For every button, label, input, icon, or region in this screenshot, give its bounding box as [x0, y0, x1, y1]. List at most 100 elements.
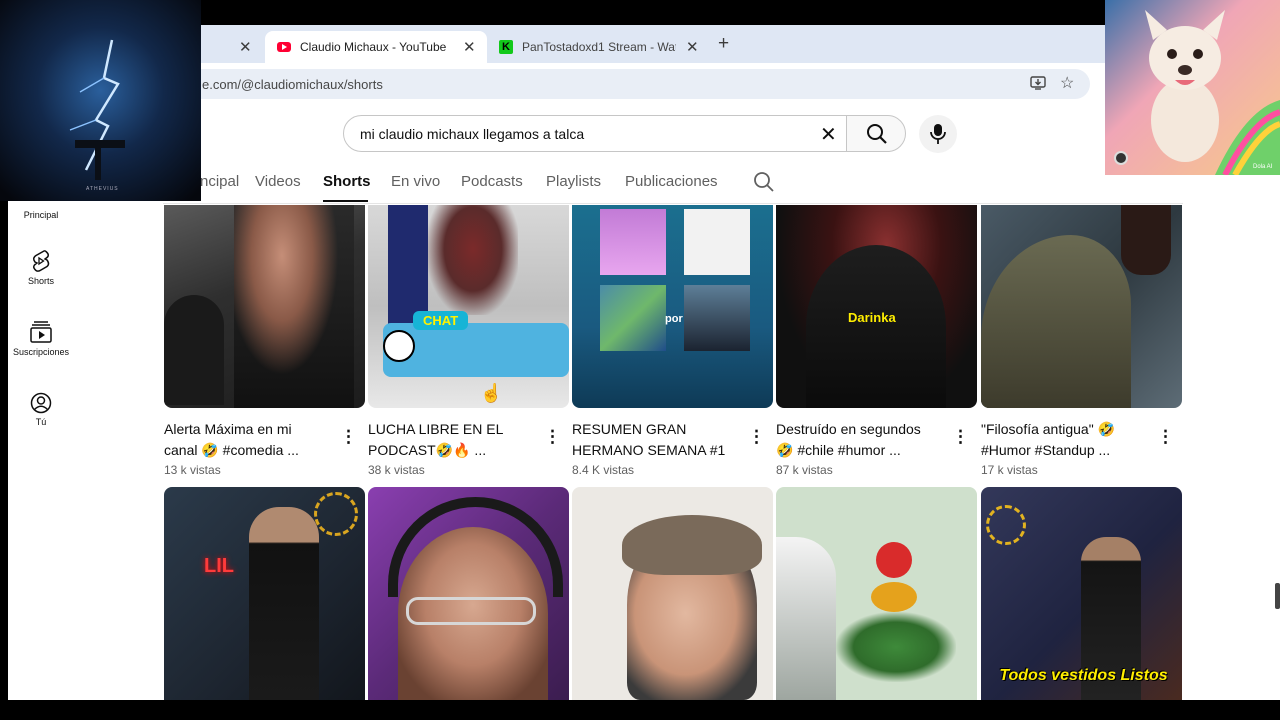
tab-videos[interactable]: Videos	[255, 173, 301, 190]
short-thumbnail[interactable]	[368, 487, 569, 700]
short-card[interactable]: Alerta Máxima en mi canal 🤣 #comedia ... …	[164, 205, 365, 477]
close-icon[interactable]: ✕	[463, 38, 476, 56]
short-card[interactable]: CHAT ☝ LUCHA LIBRE EN EL PODCAST🤣🔥 ... 38…	[368, 205, 569, 477]
clear-search-icon[interactable]: ✕	[820, 122, 837, 147]
short-card[interactable]: por RESUMEN GRAN HERMANO SEMANA #1 8.4 K …	[572, 205, 773, 477]
short-card[interactable]: LIL	[164, 487, 365, 700]
short-views: 17 k vistas	[981, 463, 1038, 477]
thumb-panel	[684, 285, 750, 351]
short-card[interactable]	[368, 487, 569, 700]
scrollbar-thumb[interactable]	[1275, 583, 1280, 609]
tab-home[interactable]: ncipal	[200, 173, 239, 190]
thumb-sun-logo	[986, 505, 1026, 545]
more-options-icon[interactable]: ⋮	[748, 427, 765, 447]
microphone-icon	[930, 124, 946, 144]
subscriptions-icon	[30, 321, 52, 343]
sidebar-item-shorts[interactable]: Shorts	[8, 249, 74, 286]
browser-tab-youtube[interactable]: Claudio Michaux - YouTube ✕	[265, 31, 487, 63]
more-options-icon[interactable]: ⋮	[1157, 427, 1174, 447]
watermark-text: Dola AI	[1253, 164, 1273, 170]
short-title[interactable]: Alerta Máxima en mi canal 🤣 #comedia ...	[164, 419, 336, 461]
short-card[interactable]: Todos vestidos Listos	[981, 487, 1182, 700]
search-icon	[867, 124, 887, 144]
sidebar-item-label: Tú	[35, 417, 47, 427]
sidebar-item-home[interactable]: Principal	[8, 207, 74, 220]
short-thumbnail[interactable]: CHAT ☝	[368, 205, 569, 408]
thumb-figure	[806, 245, 946, 408]
install-app-icon[interactable]	[1030, 76, 1046, 90]
close-icon[interactable]: ✕	[686, 38, 699, 56]
short-thumbnail[interactable]	[572, 487, 773, 700]
sidebar-item-label: Principal	[23, 210, 59, 220]
sidebar-item-you[interactable]: Tú	[8, 392, 74, 427]
short-thumbnail[interactable]	[164, 205, 365, 408]
tab-podcasts[interactable]: Podcasts	[461, 173, 523, 190]
thumb-figure	[1121, 205, 1171, 275]
search-button[interactable]	[846, 115, 906, 152]
thumb-caption: Darinka	[848, 310, 896, 325]
search-query[interactable]: mi claudio michaux llegamos a talca	[360, 126, 584, 142]
you-icon	[30, 392, 52, 414]
short-thumbnail[interactable]	[776, 487, 977, 700]
short-thumbnail[interactable]: Darinka	[776, 205, 977, 408]
short-views: 87 k vistas	[776, 463, 833, 477]
short-card[interactable]: "Filosofía antigua" 🤣 #Humor #Standup ...…	[981, 205, 1182, 477]
avatar-icon	[383, 330, 415, 362]
tab-shorts[interactable]: Shorts	[323, 173, 371, 190]
thumb-figure	[981, 235, 1131, 408]
kick-favicon-icon: K	[499, 40, 513, 54]
thumb-panel	[600, 285, 666, 351]
short-thumbnail[interactable]: LIL	[164, 487, 365, 700]
thumb-caption: Todos vestidos Listos	[999, 667, 1168, 684]
more-options-icon[interactable]: ⋮	[952, 427, 969, 447]
thumb-neon-sign: LIL	[204, 555, 234, 577]
lightning-artwork	[0, 0, 201, 201]
short-views: 38 k vistas	[368, 463, 425, 477]
short-card[interactable]	[572, 487, 773, 700]
search-icon[interactable]	[753, 171, 775, 193]
more-options-icon[interactable]: ⋮	[340, 427, 357, 447]
thumb-figure	[234, 205, 354, 408]
search-input[interactable]: mi claudio michaux llegamos a talca ✕	[343, 115, 847, 152]
short-thumbnail[interactable]: Todos vestidos Listos	[981, 487, 1182, 700]
chat-badge: CHAT	[413, 311, 469, 330]
sidebar-item-label: Suscripciones	[12, 347, 70, 357]
thumb-panel	[684, 209, 750, 275]
short-thumbnail[interactable]	[981, 205, 1182, 408]
url-text[interactable]: e.com/@claudiomichaux/shorts	[202, 77, 383, 92]
short-card[interactable]: Darinka Destruído en segundos 🤣 #chile #h…	[776, 205, 977, 477]
divider	[163, 203, 1183, 204]
tab-title: PanTostadoxd1 Stream - Watch	[522, 40, 676, 54]
sidebar-item-label: Shorts	[27, 276, 54, 286]
selected-tab-indicator	[323, 200, 368, 202]
tab-posts[interactable]: Publicaciones	[625, 173, 718, 190]
thumb-sun-logo	[314, 492, 358, 536]
short-title[interactable]: Destruído en segundos 🤣 #chile #humor ...	[776, 419, 948, 461]
youtube-favicon-icon	[277, 42, 291, 52]
address-bar[interactable]: e.com/@claudiomichaux/shorts ☆	[150, 69, 1090, 99]
short-thumbnail[interactable]: por	[572, 205, 773, 408]
sidebar-item-subscriptions[interactable]: Suscripciones	[8, 320, 74, 357]
short-views: 13 k vistas	[164, 463, 221, 477]
thumb-figure	[249, 507, 319, 700]
cursor-icon: ☝	[480, 383, 503, 403]
thumb-cartoon-wolf	[776, 537, 836, 700]
short-title[interactable]: "Filosofía antigua" 🤣 #Humor #Standup ...	[981, 419, 1153, 461]
tab-playlists[interactable]: Playlists	[546, 173, 601, 190]
close-icon[interactable]: ✕	[239, 38, 252, 56]
new-tab-button[interactable]: +	[718, 33, 729, 55]
tab-live[interactable]: En vivo	[391, 173, 440, 190]
album-art-overlay: ATHEVIUS	[0, 0, 201, 201]
screen: ✕ Claudio Michaux - YouTube ✕ K PanTosta…	[0, 0, 1280, 720]
short-card[interactable]	[776, 487, 977, 700]
thumb-microphone	[164, 295, 224, 405]
bookmark-star-icon[interactable]: ☆	[1060, 73, 1074, 93]
browser-tab-kick[interactable]: K PanTostadoxd1 Stream - Watch ✕	[487, 31, 709, 63]
short-title[interactable]: LUCHA LIBRE EN EL PODCAST🤣🔥 ...	[368, 419, 540, 461]
thumb-panel	[600, 209, 666, 275]
shorts-icon	[32, 250, 50, 272]
short-title[interactable]: RESUMEN GRAN HERMANO SEMANA #1	[572, 419, 744, 461]
thumb-headphones	[388, 497, 563, 597]
more-options-icon[interactable]: ⋮	[544, 427, 561, 447]
voice-search-button[interactable]	[919, 115, 957, 153]
